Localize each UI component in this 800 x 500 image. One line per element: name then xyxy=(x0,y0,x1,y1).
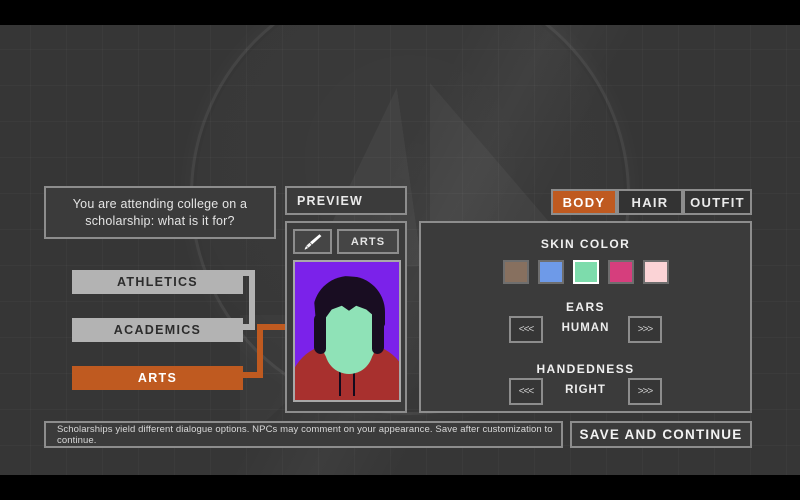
choice-button-arts[interactable]: ARTS xyxy=(72,366,243,390)
ears-value: HUMAN xyxy=(561,322,610,334)
preview-tag-label: ARTS xyxy=(350,235,386,248)
game-stage: You are attending college on a scholarsh… xyxy=(0,25,800,475)
connector-academics-stub xyxy=(243,324,255,330)
handedness-prev-label: <<< xyxy=(518,386,535,397)
preview-header: PREVIEW xyxy=(285,186,407,215)
handedness-stepper: <<< HANDEDNESS RIGHT >>> xyxy=(421,362,750,408)
choice-label: ATHLETICS xyxy=(117,275,198,289)
preview-tag: ARTS xyxy=(337,229,399,254)
ears-stepper: <<< EARS HUMAN >>> xyxy=(421,300,750,346)
preview-panel: ARTS xyxy=(285,221,407,413)
letterbox-top xyxy=(0,0,800,25)
letterbox-bottom xyxy=(0,475,800,500)
skin-swatch-5[interactable] xyxy=(642,260,669,284)
tab-label: HAIR xyxy=(631,194,669,210)
choice-label: ARTS xyxy=(137,371,178,385)
handedness-value: RIGHT xyxy=(565,384,606,396)
skin-swatch-2[interactable] xyxy=(537,260,564,284)
portrait-drawstring-left xyxy=(339,370,341,396)
skin-swatch-3[interactable] xyxy=(572,260,599,284)
save-and-continue-button[interactable]: SAVE AND CONTINUE xyxy=(570,421,752,448)
tab-label: OUTFIT xyxy=(690,194,745,210)
tab-outfit[interactable]: OUTFIT xyxy=(683,189,752,215)
skin-color-swatch-row xyxy=(421,260,750,284)
connector-orange-vertical xyxy=(257,324,263,378)
character-portrait xyxy=(293,260,401,402)
hint-text: Scholarships yield different dialogue op… xyxy=(57,423,553,446)
choice-button-academics[interactable]: ACADEMICS xyxy=(72,318,243,342)
choice-label: ACADEMICS xyxy=(113,323,202,337)
ears-prev-button[interactable]: <<< xyxy=(509,316,543,343)
ears-prev-label: <<< xyxy=(518,324,535,335)
hint-box: Scholarships yield different dialogue op… xyxy=(44,421,563,448)
handedness-title: HANDEDNESS xyxy=(536,362,635,376)
handedness-next-label: >>> xyxy=(637,386,654,397)
customization-panel: SKIN COLOR <<< EARS HUMAN >>> <<< HANDED… xyxy=(419,221,752,413)
handedness-prev-button[interactable]: <<< xyxy=(509,378,543,405)
ears-next-label: >>> xyxy=(637,324,654,335)
preview-header-label: PREVIEW xyxy=(297,193,364,208)
game-screen: You are attending college on a scholarsh… xyxy=(0,0,800,500)
portrait-drawstring-right xyxy=(353,370,355,396)
skin-swatch-4[interactable] xyxy=(607,260,634,284)
paintbrush-icon-button[interactable] xyxy=(293,229,332,254)
skin-swatch-1[interactable] xyxy=(502,260,529,284)
ears-title: EARS xyxy=(566,300,605,314)
connector-gray-vertical xyxy=(249,276,255,330)
ears-next-button[interactable]: >>> xyxy=(628,316,662,343)
save-and-continue-label: SAVE AND CONTINUE xyxy=(579,427,743,442)
handedness-next-button[interactable]: >>> xyxy=(628,378,662,405)
skin-color-title: SKIN COLOR xyxy=(540,237,631,251)
preview-tag-row: ARTS xyxy=(293,229,399,254)
dialogue-question-box: You are attending college on a scholarsh… xyxy=(44,186,276,239)
tab-body[interactable]: BODY xyxy=(551,189,617,215)
tab-hair[interactable]: HAIR xyxy=(617,189,683,215)
dialogue-question-text: You are attending college on a scholarsh… xyxy=(72,196,248,228)
paintbrush-icon xyxy=(304,233,321,250)
choice-button-athletics[interactable]: ATHLETICS xyxy=(72,270,243,294)
connector-orange-to-preview xyxy=(257,324,287,330)
tab-label: BODY xyxy=(562,194,606,210)
